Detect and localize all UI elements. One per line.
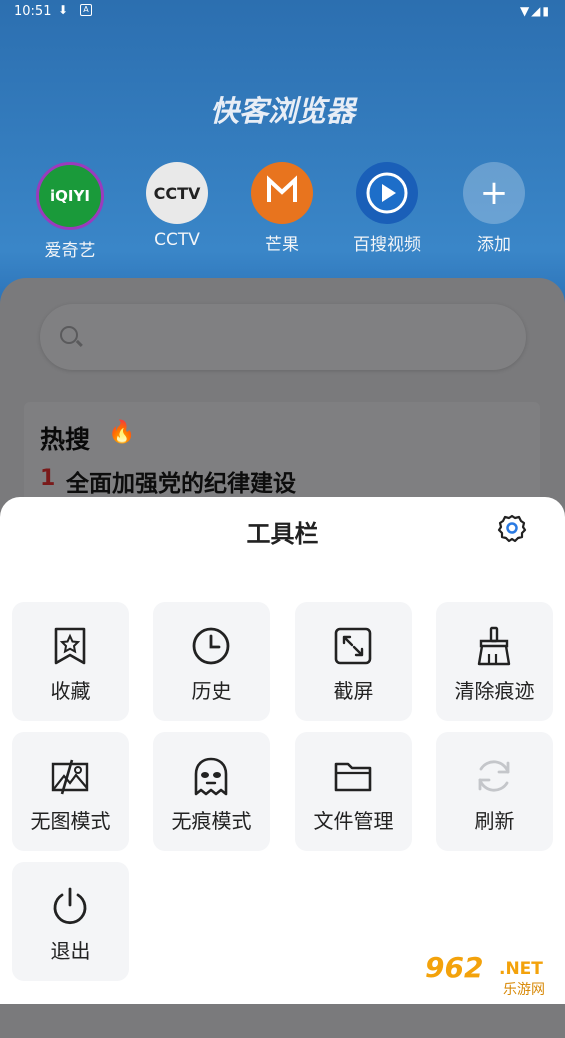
watermark-domain: .NET — [499, 959, 543, 979]
toolbar-item-file-manager[interactable]: 文件管理 — [295, 732, 412, 851]
toolbar-item-label: 文件管理 — [313, 809, 394, 833]
refresh-icon — [478, 760, 510, 792]
screenshot-icon — [334, 627, 372, 665]
toolbar-item-no-image-mode[interactable]: 无图模式 — [12, 732, 129, 851]
watermark-brand: 962 — [425, 951, 484, 984]
incognito-ghost-icon — [194, 757, 228, 796]
toolbar-item-bookmark[interactable]: 收藏 — [12, 602, 129, 721]
power-icon — [53, 887, 87, 925]
site-shortcut-cctv[interactable]: CCTV CCTV — [137, 162, 217, 250]
site-shortcut-baisou-video[interactable]: 百搜视频 — [347, 162, 427, 255]
status-bar: 10:51 ⬇ A ▼◢▮ — [0, 0, 565, 24]
flame-icon: 🔥 — [108, 420, 136, 445]
mango-logo-icon — [251, 162, 313, 224]
toolbar-item-clear-traces[interactable]: 清除痕迹 — [436, 602, 553, 721]
iqiyi-logo-icon: iQIYI — [36, 162, 104, 230]
signal-battery-icon: ▼◢▮ — [519, 4, 551, 18]
toolbar-item-screenshot[interactable]: 截屏 — [295, 602, 412, 721]
cctv-logo-icon: CCTV — [146, 162, 208, 224]
status-time: 10:51 — [14, 4, 52, 19]
site-label: CCTV — [154, 230, 200, 250]
site-shortcut-iqiyi[interactable]: iQIYI 爱奇艺 — [30, 162, 110, 261]
toolbar-item-exit[interactable]: 退出 — [12, 862, 129, 981]
toolbar-item-history[interactable]: 历史 — [153, 602, 270, 721]
plus-icon: + — [463, 162, 525, 224]
toolbar-item-label: 清除痕迹 — [454, 679, 535, 703]
toolbar-item-label: 无痕模式 — [171, 809, 252, 833]
site-label: 爱奇艺 — [44, 241, 96, 261]
folder-icon — [334, 762, 372, 792]
search-bar[interactable] — [40, 304, 526, 370]
watermark-name: 乐游网 — [503, 982, 545, 998]
toolbar-item-label: 退出 — [50, 939, 91, 963]
toolbar-item-label: 收藏 — [50, 679, 91, 703]
site-label: 百搜视频 — [353, 235, 421, 255]
hot-rank: 1 — [40, 466, 56, 491]
search-icon — [60, 326, 78, 344]
hot-search-title: 热搜 — [40, 425, 91, 454]
site-label: 添加 — [477, 235, 511, 255]
no-image-icon — [51, 759, 89, 795]
site-label: 芒果 — [265, 235, 299, 255]
site-shortcut-mango[interactable]: 芒果 — [242, 162, 322, 255]
site-shortcut-add[interactable]: + 添加 — [454, 162, 534, 255]
download-icon: ⬇ — [58, 3, 69, 17]
toolbar-item-label: 刷新 — [474, 809, 515, 833]
toolbar-item-refresh[interactable]: 刷新 — [436, 732, 553, 851]
play-circle-icon — [356, 162, 418, 224]
watermark-logo: 962 .NET 乐游网 — [425, 951, 560, 999]
toolbar-item-incognito-mode[interactable]: 无痕模式 — [153, 732, 270, 851]
toolbar-title: 工具栏 — [246, 520, 319, 548]
broom-icon — [477, 626, 511, 666]
notification-a-icon: A — [80, 4, 92, 16]
browser-brand-title: 快客浏览器 — [209, 94, 355, 128]
hot-search-item[interactable]: 全面加强党的纪律建设 — [66, 464, 296, 498]
clock-icon — [192, 627, 230, 665]
toolbar-item-label: 截屏 — [333, 679, 374, 703]
toolbar-item-label: 历史 — [191, 679, 232, 703]
bookmark-star-icon — [54, 627, 86, 665]
toolbar-item-label: 无图模式 — [30, 809, 111, 833]
gear-icon[interactable] — [497, 513, 527, 543]
